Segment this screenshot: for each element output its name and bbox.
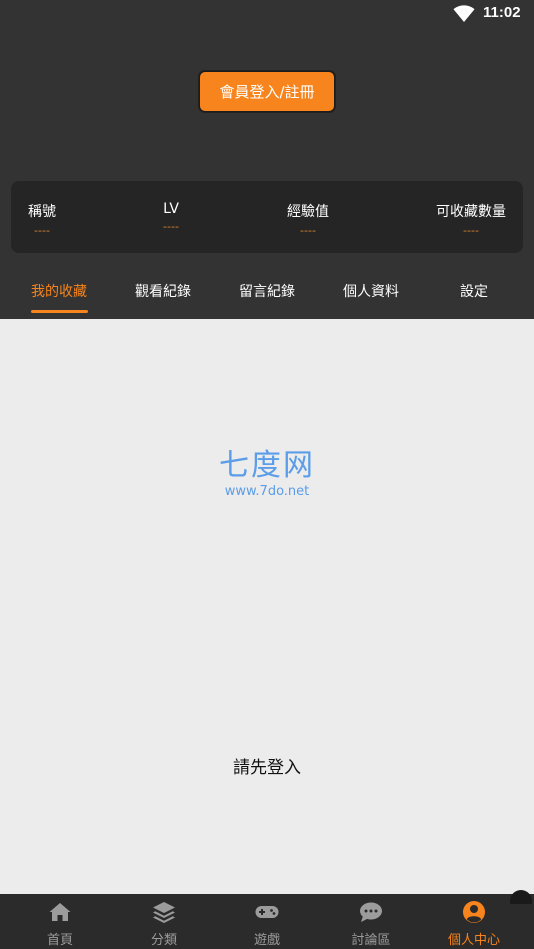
status-time: 11:02 bbox=[483, 4, 521, 21]
status-bar: 11:02 bbox=[0, 0, 534, 30]
active-tab-indicator bbox=[31, 310, 88, 313]
tab-watch-history[interactable]: 觀看紀錄 bbox=[113, 281, 213, 301]
nav-item-games[interactable]: 遊戲 bbox=[214, 894, 320, 949]
profile-tabs: 我的收藏 觀看紀錄 留言紀錄 個人資料 設定 bbox=[0, 268, 534, 319]
tab-comment-history[interactable]: 留言紀錄 bbox=[217, 281, 317, 301]
stat-value: ---- bbox=[463, 224, 479, 237]
login-register-button[interactable]: 會員登入/註冊 bbox=[199, 71, 335, 112]
stat-level: LV ---- bbox=[111, 201, 231, 233]
content-area bbox=[0, 319, 534, 894]
nav-label: 遊戲 bbox=[253, 933, 280, 948]
stat-experience: 經驗值 ---- bbox=[248, 201, 368, 237]
user-icon bbox=[463, 901, 485, 923]
stats-card: 稱號 ---- LV ---- 經驗值 ---- 可收藏數量 ---- bbox=[11, 181, 523, 253]
stat-favorite-capacity: 可收藏數量 ---- bbox=[411, 201, 531, 237]
tab-settings[interactable]: 設定 bbox=[424, 281, 524, 301]
gamepad-icon bbox=[255, 906, 279, 918]
nav-item-forum[interactable]: 討論區 bbox=[318, 894, 424, 949]
wifi-icon bbox=[453, 5, 475, 22]
watermark-logo-text: 七度网 bbox=[219, 448, 315, 483]
stat-value: ---- bbox=[163, 220, 179, 233]
layers-icon bbox=[153, 902, 175, 923]
watermark-url: www.7do.net bbox=[224, 484, 310, 499]
stat-value: ---- bbox=[34, 224, 50, 237]
stat-label: 稱號 bbox=[28, 204, 56, 220]
tab-favorites[interactable]: 我的收藏 bbox=[9, 281, 109, 301]
tab-personal-info[interactable]: 個人資料 bbox=[321, 281, 421, 301]
watermark: 七度网 www.7do.net bbox=[212, 448, 322, 500]
nav-label: 分類 bbox=[150, 933, 177, 948]
bottom-navigation: 首頁 分類 遊戲 討論區 個人中心 bbox=[0, 894, 534, 949]
stat-label: 經驗值 bbox=[287, 204, 329, 220]
nav-label: 首頁 bbox=[46, 933, 73, 948]
nav-label: 個人中心 bbox=[447, 933, 500, 948]
nav-item-home[interactable]: 首頁 bbox=[7, 894, 113, 949]
stat-label: 可收藏數量 bbox=[436, 204, 506, 220]
stat-label: LV bbox=[163, 201, 179, 217]
profile-header: 11:02 會員登入/註冊 稱號 ---- LV ---- 經驗值 ---- 可… bbox=[0, 0, 534, 319]
stat-value: ---- bbox=[300, 224, 316, 237]
stat-title: 稱號 ---- bbox=[0, 201, 102, 237]
chat-icon bbox=[360, 902, 382, 922]
nav-item-categories[interactable]: 分類 bbox=[111, 894, 217, 949]
home-icon bbox=[49, 903, 71, 921]
login-prompt: 請先登入 bbox=[233, 758, 301, 778]
nav-label: 討論區 bbox=[351, 933, 391, 948]
